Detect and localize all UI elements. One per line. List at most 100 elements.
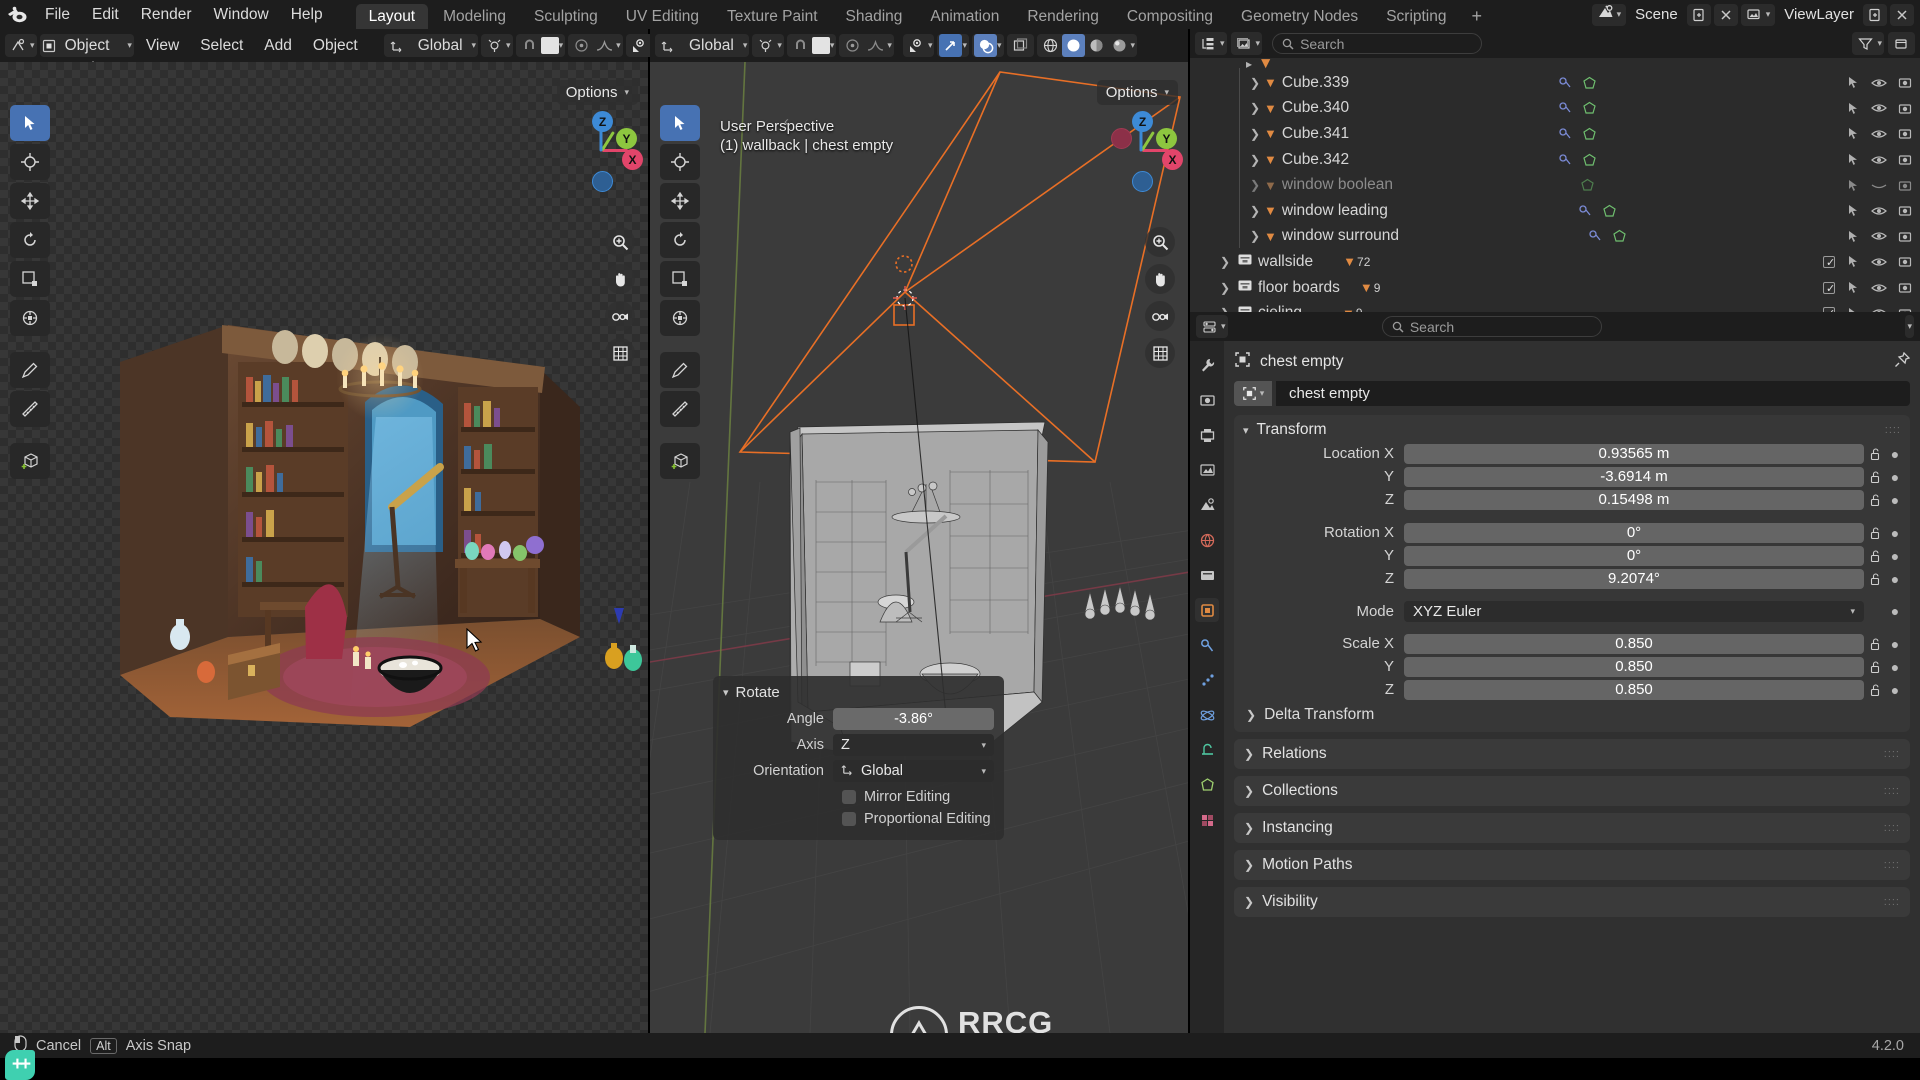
tool-measure[interactable] xyxy=(10,391,50,427)
disable-render-icon[interactable] xyxy=(1898,153,1912,166)
outliner-row-cube340[interactable]: ❯ ▼ Cube.340 xyxy=(1190,96,1920,122)
hide-eye-icon[interactable] xyxy=(1871,205,1887,217)
visibility-panel[interactable]: ❯ Visibility :::: xyxy=(1234,887,1910,917)
gizmo-axis-neg-x-mid[interactable] xyxy=(1111,128,1132,149)
gizmo-axis-y-mid[interactable]: Y xyxy=(1156,128,1177,149)
mesh-data-icon[interactable] xyxy=(1582,76,1597,90)
tab-physics[interactable] xyxy=(1195,703,1219,727)
rotation-x-field[interactable]: 0° xyxy=(1404,522,1864,543)
outliner-search-input[interactable]: Search xyxy=(1272,33,1483,54)
hide-eye-closed-icon[interactable] xyxy=(1871,179,1887,191)
tool-annotate-mid[interactable] xyxy=(660,352,700,388)
tab-scripting[interactable]: Scripting xyxy=(1373,4,1459,29)
tab-sculpting[interactable]: Sculpting xyxy=(521,4,611,29)
lock-open-icon[interactable] xyxy=(1864,683,1886,697)
navigation-gizmo[interactable]: Z Y X xyxy=(566,111,643,192)
menu-edit[interactable]: Edit xyxy=(81,0,130,29)
animate-property-icon[interactable]: ● xyxy=(1886,447,1904,461)
menu-window[interactable]: Window xyxy=(203,0,280,29)
gizmo-axis-x-mid[interactable]: X xyxy=(1162,149,1183,170)
tab-view-layer[interactable] xyxy=(1195,458,1219,482)
drag-handle-icon[interactable]: :::: xyxy=(1884,823,1900,834)
hide-eye-icon[interactable] xyxy=(1871,282,1887,294)
tool-scale[interactable] xyxy=(10,261,50,297)
delta-transform-subpanel[interactable]: ❯ Delta Transform xyxy=(1234,702,1910,724)
properties-options-button[interactable]: ▾ xyxy=(1905,315,1914,338)
selectable-arrow-icon[interactable] xyxy=(1846,255,1860,268)
outliner-editor-type[interactable]: ▾ xyxy=(1195,32,1227,55)
viewport-menu-view[interactable]: View xyxy=(137,34,188,57)
pivot-point-selector-mid[interactable]: ▾ xyxy=(752,34,784,57)
outliner-row-wallside[interactable]: ❯ wallside ▼ 72 ✓ xyxy=(1190,249,1920,275)
shading-material-icon[interactable] xyxy=(1085,34,1108,57)
animate-property-icon[interactable]: ● xyxy=(1886,549,1904,563)
zoom-icon[interactable] xyxy=(605,227,635,257)
lock-open-icon[interactable] xyxy=(1864,447,1886,461)
tab-data[interactable] xyxy=(1195,773,1219,797)
disable-render-icon[interactable] xyxy=(1898,281,1912,294)
outliner-row-floor-boards[interactable]: ❯ floor boards ▼ 9 ✓ xyxy=(1190,275,1920,301)
mesh-data-icon[interactable] xyxy=(1582,101,1597,115)
camera-view-icon[interactable] xyxy=(605,301,635,331)
gizmo-axis-x[interactable]: X xyxy=(622,149,643,170)
modifier-icon[interactable] xyxy=(1558,153,1573,167)
hide-eye-icon[interactable] xyxy=(1871,77,1887,89)
axis-dropdown[interactable]: Z ▾ xyxy=(833,734,994,756)
viewport-wireframe[interactable]: Global ▾ ▾ ▾ ▾ ▾ ▾ ▾ ▾ User Perspective … xyxy=(650,29,1188,1033)
operator-proportional-row[interactable]: Proportional Editing xyxy=(723,808,994,830)
rotation-y-field[interactable]: 0° xyxy=(1404,545,1864,566)
tool-cursor[interactable] xyxy=(10,144,50,180)
drag-handle-icon[interactable]: :::: xyxy=(1884,860,1900,871)
tool-add-cube[interactable] xyxy=(10,443,50,479)
animate-property-icon[interactable]: ● xyxy=(1886,526,1904,540)
tool-scale-mid[interactable] xyxy=(660,261,700,297)
disclosure-triangle-icon[interactable]: ❯ xyxy=(1246,178,1264,192)
viewport-left-canvas[interactable]: Options ▾ Z Y X xyxy=(0,62,648,1033)
disable-render-icon[interactable] xyxy=(1898,179,1912,192)
hide-eye-icon[interactable] xyxy=(1871,154,1887,166)
hide-eye-icon[interactable] xyxy=(1871,256,1887,268)
editor-type-selector[interactable]: ▾ xyxy=(5,34,37,57)
snap-pivot-selector[interactable]: ▾ xyxy=(481,34,513,57)
drag-handle-icon[interactable]: :::: xyxy=(1884,749,1900,760)
object-name-field[interactable]: chest empty xyxy=(1276,381,1910,406)
proportional-editing-checkbox[interactable] xyxy=(842,812,856,826)
tab-rendering[interactable]: Rendering xyxy=(1014,4,1112,29)
tab-tool[interactable] xyxy=(1195,353,1219,377)
animate-property-icon[interactable]: ● xyxy=(1886,493,1904,507)
shading-solid-icon[interactable] xyxy=(1061,34,1085,57)
mesh-data-icon[interactable] xyxy=(1580,178,1595,192)
unlink-scene-button[interactable] xyxy=(1713,3,1738,26)
snap-target-swatch[interactable] xyxy=(811,37,830,54)
disclosure-triangle-icon[interactable]: ❯ xyxy=(1216,281,1234,295)
outliner-row-cube341[interactable]: ❯ ▼ Cube.341 xyxy=(1190,121,1920,147)
mirror-editing-checkbox[interactable] xyxy=(842,790,856,804)
exclude-checkbox[interactable]: ✓ xyxy=(1823,255,1835,269)
outliner-display-mode[interactable]: ▾ xyxy=(1230,32,1263,55)
transform-panel-header[interactable]: ▾ Transform :::: xyxy=(1234,421,1910,443)
tab-particles[interactable] xyxy=(1195,668,1219,692)
remove-viewlayer-button[interactable] xyxy=(1890,3,1914,26)
relations-panel[interactable]: ❯ Relations :::: xyxy=(1234,739,1910,769)
hide-eye-icon[interactable] xyxy=(1871,102,1887,114)
gizmo-axis-z-mid[interactable]: Z xyxy=(1132,111,1153,132)
tool-tweak[interactable] xyxy=(10,105,50,141)
proportional-edit-group[interactable]: ▾ xyxy=(568,34,623,57)
snap-magnet-group[interactable]: ▾ xyxy=(515,34,566,57)
snap-group-mid[interactable]: ▾ xyxy=(786,34,837,57)
disable-render-icon[interactable] xyxy=(1898,76,1912,89)
outliner-row-cube342[interactable]: ❯ ▼ Cube.342 xyxy=(1190,147,1920,173)
disable-render-icon[interactable] xyxy=(1898,204,1912,217)
tab-modeling[interactable]: Modeling xyxy=(430,4,519,29)
mesh-data-icon[interactable] xyxy=(1582,127,1597,141)
viewport-render-preview[interactable]: ▾ Object Mode ▾ View Select Add Object G… xyxy=(0,29,658,1033)
tab-object[interactable] xyxy=(1195,598,1219,622)
lock-open-icon[interactable] xyxy=(1864,549,1886,563)
tab-animation[interactable]: Animation xyxy=(917,4,1012,29)
selectable-arrow-icon[interactable] xyxy=(1846,102,1860,115)
properties-search-input[interactable]: Search xyxy=(1381,316,1602,337)
rotation-z-field[interactable]: 9.2074° xyxy=(1404,568,1864,589)
animate-property-icon[interactable]: ● xyxy=(1886,683,1904,697)
operator-mirror-row[interactable]: Mirror Editing xyxy=(723,786,994,808)
outliner-row-cube339[interactable]: ❯ ▼ Cube.339 xyxy=(1190,70,1920,96)
